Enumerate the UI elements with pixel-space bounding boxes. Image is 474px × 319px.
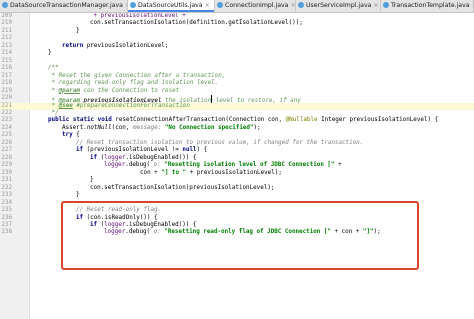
tab-connectionimpl[interactable]: ConnectionImpl.java ×	[215, 0, 296, 12]
line-number: 216	[1, 65, 12, 72]
line-number: 237	[1, 221, 12, 228]
code-text: }	[48, 50, 52, 57]
code-line: 219 * @param con the Connection to reset	[0, 88, 474, 95]
line-number: 209	[1, 13, 12, 19]
code-line: 210 con.setTransactionIsolation(definitio…	[0, 20, 474, 27]
code-text: + previousIsolationLevel +	[90, 13, 190, 19]
code-line: 213 return previousIsolationLevel;	[0, 43, 474, 50]
line-number: 225	[1, 132, 12, 139]
line-number: 219	[1, 87, 12, 94]
code-text: return previousIsolationLevel;	[62, 42, 169, 49]
line-number: 220	[1, 95, 12, 102]
code-line: 231}	[0, 177, 474, 184]
code-text: if (logger.isDebugEnabled()) {	[90, 154, 197, 161]
code-line: 218 * regarding read-only flag and isola…	[0, 80, 474, 87]
editor-tab-bar: DataSourceTransactionManager.java× DataS…	[0, 0, 474, 13]
code-line-current: 221 * @see #prepareConnectionForTransact…	[0, 102, 474, 110]
line-number: 215	[1, 57, 12, 64]
code-text: con.setTransactionIsolation(previousIsol…	[90, 184, 275, 191]
line-number: 238	[1, 229, 12, 236]
code-text: }	[90, 177, 94, 184]
code-text: * Reset the given Connection after a tra…	[48, 72, 226, 79]
tab-datasourceutils[interactable]: DataSourceUtils.java ×	[128, 0, 215, 12]
line-number: 221	[1, 102, 12, 109]
line-number: 224	[1, 124, 12, 131]
line-number: 211	[1, 27, 12, 34]
code-line: 211}	[0, 28, 474, 35]
code-text: * regarding read-only flag and isolation…	[48, 80, 219, 87]
highlight-box-read-only-reset	[61, 200, 419, 271]
code-text: con.setTransactionIsolation(definition.g…	[90, 20, 303, 27]
code-line: 209 + previousIsolationLevel +	[0, 13, 474, 20]
line-number: 231	[1, 177, 12, 184]
line-number: 228	[1, 154, 12, 161]
code-line: 224 Assert.notNull(con, message: "No Conn…	[0, 125, 474, 132]
code-line: 214}	[0, 50, 474, 57]
line-number: 229	[1, 162, 12, 169]
code-line: 215	[0, 58, 474, 65]
line-number: 217	[1, 72, 12, 79]
code-line: 227 if (previousIsolationLevel != null) {	[0, 147, 474, 154]
line-number: 230	[1, 169, 12, 176]
line-number: 233	[1, 192, 12, 199]
line-number: 214	[1, 50, 12, 57]
code-line: 222 */	[0, 110, 474, 117]
code-text: * @param con the Connection to reset	[48, 87, 180, 94]
java-class-icon	[383, 2, 389, 8]
code-text: /**	[48, 65, 59, 72]
tab-userserviceimpl[interactable]: UserServiceImpl.java ×	[296, 0, 381, 12]
code-line: 220 * @param previousIsolationLevel the …	[0, 95, 474, 104]
code-line: 229 logger.debug( o: "Resetting isolation…	[0, 162, 474, 169]
code-line: 226 // Reset transaction isolation to pre…	[0, 140, 474, 147]
line-number: 232	[1, 184, 12, 191]
line-number: 226	[1, 139, 12, 146]
code-line: 230 con + "] to " + previousIsolationLeve…	[0, 170, 474, 177]
line-number: 236	[1, 214, 12, 221]
code-text: * @see #prepareConnectionForTransaction	[48, 102, 190, 109]
code-line: 233}	[0, 192, 474, 199]
code-line: 225 try {	[0, 132, 474, 139]
java-class-icon	[2, 2, 8, 8]
code-text: con + "] to " + previousIsolationLevel);	[140, 169, 282, 176]
java-class-icon	[298, 2, 304, 8]
code-text: }	[76, 192, 80, 199]
code-text: public static void resetConnectionAfterT…	[48, 117, 439, 124]
close-icon[interactable]: ×	[205, 2, 210, 9]
close-icon[interactable]: ×	[373, 2, 378, 9]
line-number: 218	[1, 80, 12, 87]
line-number: 235	[1, 207, 12, 214]
code-line: 217 * Reset the given Connection after a…	[0, 73, 474, 80]
code-line: 223 public static void resetConnectionAft…	[0, 117, 474, 124]
line-number: 227	[1, 147, 12, 154]
java-class-icon	[217, 2, 223, 8]
code-text: */	[48, 110, 59, 117]
line-number: 210	[1, 20, 12, 27]
close-icon[interactable]: ×	[290, 2, 295, 9]
line-number: 213	[1, 42, 12, 49]
line-number: 212	[1, 35, 12, 42]
java-class-icon	[130, 2, 136, 8]
code-text: if (previousIsolationLevel != null) {	[76, 147, 208, 154]
code-text: logger.debug( o: "Resetting isolation le…	[104, 162, 342, 169]
code-line: 232 con.setTransactionIsolation(previousI…	[0, 185, 474, 192]
tab-datasourcetransactionmanager[interactable]: DataSourceTransactionManager.java×	[0, 0, 128, 12]
line-number: 234	[1, 199, 12, 206]
tab-transactiontemplate[interactable]: TransactionTemplate.java×	[381, 0, 474, 12]
code-text: Assert.notNull(con, message: "No Connect…	[62, 124, 261, 131]
code-line: 228 if (logger.isDebugEnabled()) {	[0, 155, 474, 162]
line-number: 223	[1, 117, 12, 124]
code-text: // Reset transaction isolation to previo…	[76, 139, 364, 146]
code-line: 212	[0, 35, 474, 42]
code-text: }	[76, 27, 80, 34]
code-text: try {	[62, 132, 80, 139]
code-line: 216 /**	[0, 65, 474, 72]
code-editor[interactable]: 209 + previousIsolationLevel + 210 con.se…	[0, 13, 474, 319]
line-number: 222	[1, 110, 12, 117]
